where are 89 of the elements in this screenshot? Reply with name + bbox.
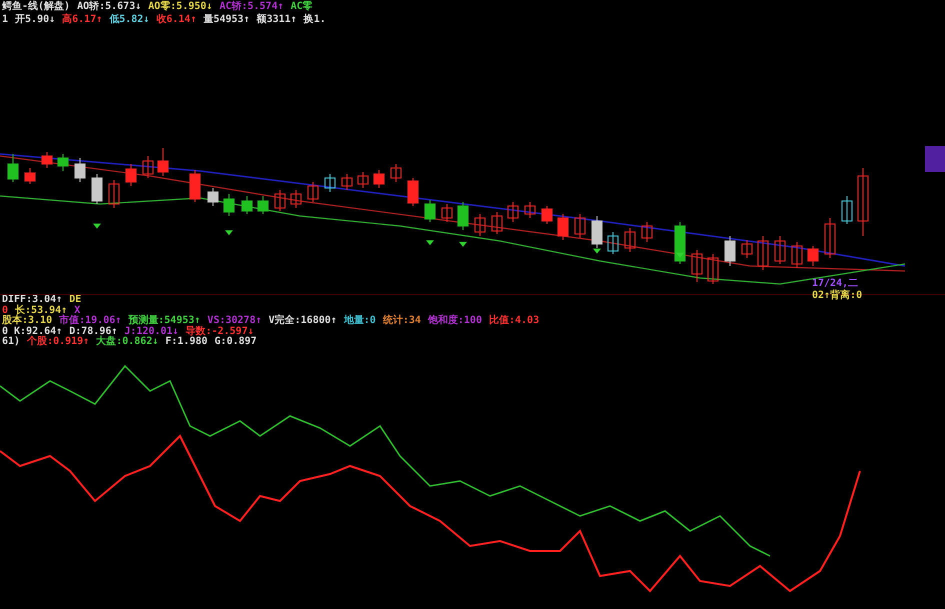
indicator-reading: X bbox=[74, 306, 80, 316]
candlestick bbox=[508, 202, 518, 222]
indicator-reading: 预测量:54953↑ bbox=[128, 316, 200, 326]
candlestick bbox=[842, 196, 852, 224]
quote-reading: 换1. bbox=[304, 13, 326, 26]
indicator-reading: D:78.96↑ bbox=[69, 326, 118, 336]
candlestick bbox=[190, 170, 200, 202]
quote-reading: 鳄鱼-线(解盘) bbox=[2, 0, 70, 13]
candlestick bbox=[142, 156, 154, 178]
candlestick bbox=[592, 216, 602, 248]
candlestick bbox=[442, 204, 452, 222]
indicator-reading: 导数:-2.597↓ bbox=[186, 326, 254, 336]
candlestick bbox=[74, 158, 86, 182]
quote-reading: AC轿:5.574↑ bbox=[219, 0, 284, 13]
side-marker bbox=[925, 146, 945, 172]
candlestick bbox=[774, 236, 786, 264]
candlestick bbox=[408, 178, 418, 206]
quote-reading: 量54953↑ bbox=[203, 13, 250, 26]
candlestick bbox=[108, 180, 120, 208]
quote-reading: AC零 bbox=[290, 0, 313, 13]
candlestick bbox=[42, 152, 52, 168]
candlestick bbox=[390, 164, 402, 182]
quote-reading: 收6.14↑ bbox=[156, 13, 196, 26]
indicator-reading: 市值:19.06↑ bbox=[59, 316, 122, 326]
candlestick bbox=[308, 182, 318, 202]
candlestick bbox=[424, 200, 436, 222]
candlestick bbox=[792, 242, 802, 268]
candlestick bbox=[858, 168, 868, 236]
indicator-reading: 统计:34 bbox=[382, 316, 421, 326]
indicator-reading: 大盘:0.862↓ bbox=[96, 337, 158, 348]
indicator-reading: 比值:4.03 bbox=[488, 316, 540, 326]
candlestick bbox=[474, 214, 486, 236]
candlestick bbox=[642, 222, 652, 242]
candlestick bbox=[824, 218, 836, 258]
signal-label: 17/24,二 bbox=[812, 278, 860, 289]
candlestick bbox=[274, 190, 286, 212]
candlestick bbox=[708, 254, 718, 284]
indicator-reading: J:120.01↓ bbox=[124, 326, 179, 336]
candlestick bbox=[126, 164, 136, 186]
indicator-reading: F:1.980 bbox=[165, 337, 208, 348]
candlestick bbox=[374, 170, 384, 188]
quote-reading: AO轿:5.673↓ bbox=[77, 0, 142, 13]
indicator-reading: DIFF:3.04↑ bbox=[2, 295, 62, 305]
candlestick bbox=[342, 174, 352, 190]
indicator-reading: 61) bbox=[2, 337, 20, 348]
candlestick bbox=[458, 202, 468, 230]
candlestick bbox=[208, 188, 218, 206]
candlestick bbox=[608, 232, 618, 254]
quote-reading: 低5.82↓ bbox=[109, 13, 150, 26]
candlestick bbox=[290, 190, 302, 208]
candlestick bbox=[258, 196, 268, 214]
candlestick bbox=[758, 236, 768, 270]
candlestick bbox=[542, 206, 552, 224]
indicator-reading: 长:53.94↑ bbox=[15, 306, 68, 316]
indicator-reading: 饱和度:100 bbox=[428, 316, 482, 326]
indicator-reading: 股本:3.10 bbox=[2, 316, 52, 326]
indicator-reading: 地量:0 bbox=[344, 316, 376, 326]
indicator-reading: 0 bbox=[2, 306, 8, 316]
candlestick bbox=[358, 172, 368, 188]
candlestick bbox=[692, 250, 702, 282]
candlestick bbox=[224, 194, 234, 216]
quote-reading: 额3311↑ bbox=[256, 13, 297, 26]
quote-reading: 高6.17↑ bbox=[62, 13, 102, 26]
candlestick bbox=[158, 148, 168, 176]
indicator-reading: 个股:0.919↑ bbox=[27, 337, 90, 348]
indicator-reading: DE bbox=[69, 295, 82, 306]
quote-reading: 1 bbox=[2, 13, 8, 26]
candlestick bbox=[524, 202, 536, 218]
candlestick bbox=[574, 214, 586, 238]
candlestick bbox=[808, 246, 818, 266]
candlestick bbox=[624, 228, 636, 252]
quote-reading: AO零:5.950↓ bbox=[148, 0, 212, 13]
indicator-reading: 0 K:92.64↑ bbox=[2, 326, 62, 336]
candlestick bbox=[492, 212, 502, 234]
candlestick bbox=[242, 196, 252, 214]
candlestick bbox=[674, 222, 686, 264]
candlestick bbox=[324, 174, 336, 192]
candlestick bbox=[92, 174, 102, 204]
candlestick bbox=[8, 154, 18, 182]
candlestick bbox=[742, 240, 752, 258]
quote-reading: 开5.90↓ bbox=[15, 13, 56, 26]
indicator-reading: VS:30278↑ bbox=[207, 316, 262, 326]
candlestick bbox=[24, 168, 36, 184]
indicator-reading: G:0.897 bbox=[214, 337, 257, 348]
signal-label: 02↑背离:0 bbox=[812, 290, 862, 302]
candlestick bbox=[724, 236, 736, 266]
candlestick bbox=[558, 214, 568, 240]
candlestick bbox=[58, 154, 68, 172]
indicator-reading: V完全:16800↑ bbox=[268, 316, 337, 326]
